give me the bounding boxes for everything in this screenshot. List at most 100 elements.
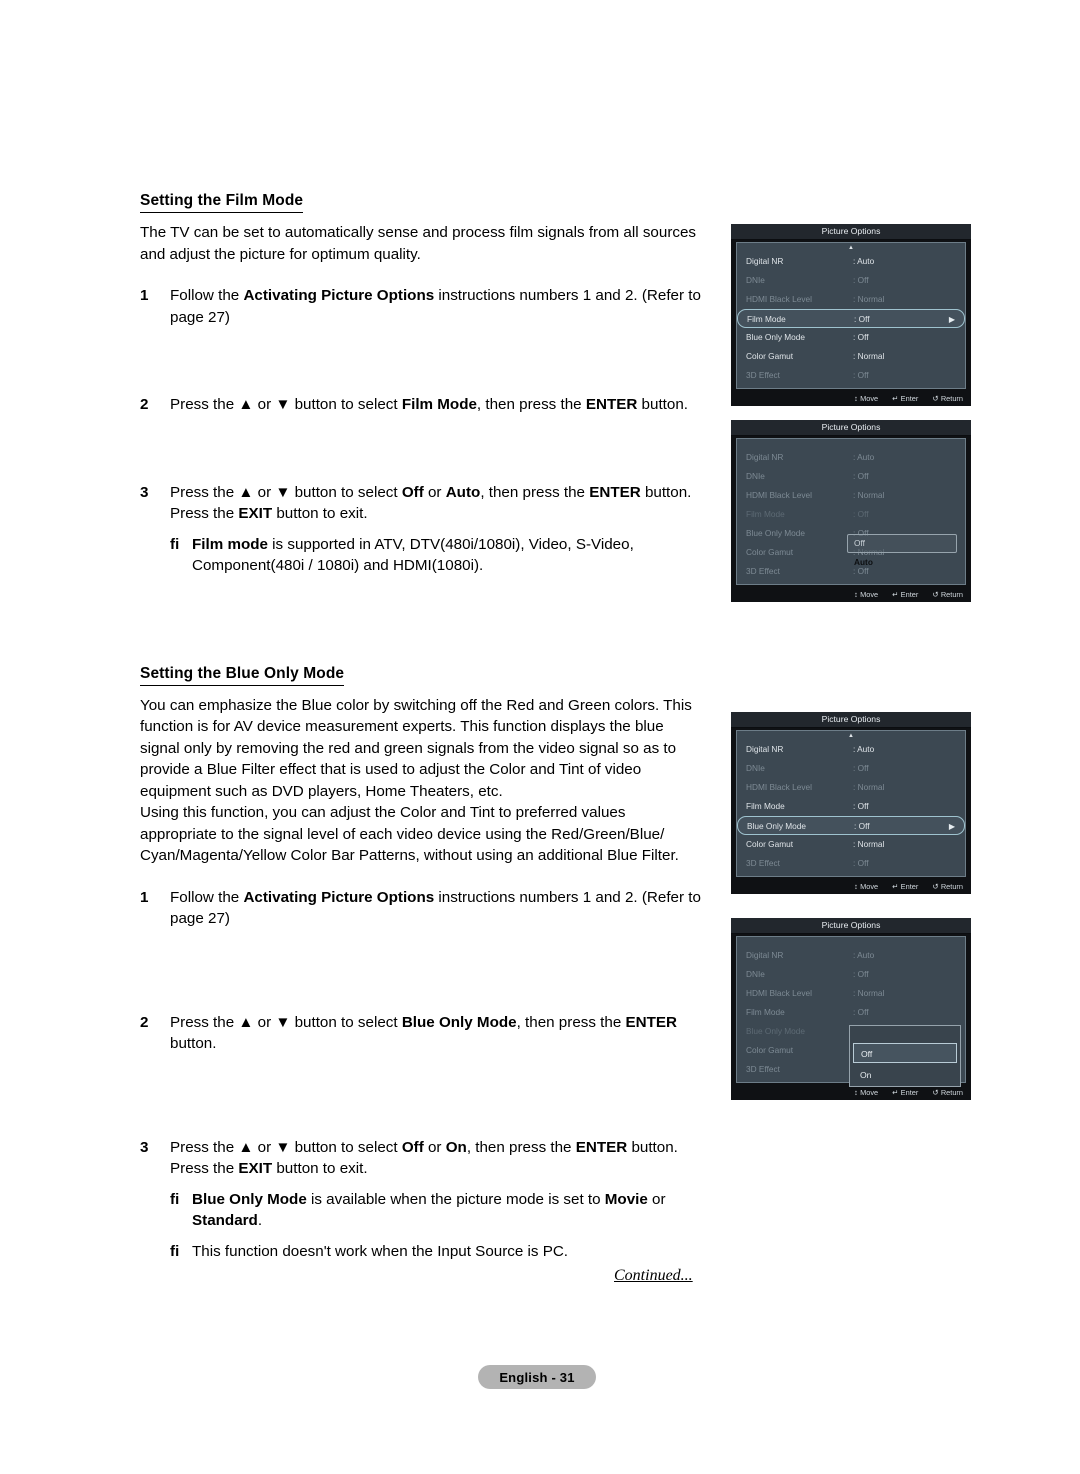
osd-row-value: : Auto (853, 744, 875, 754)
dropdown-option[interactable]: Off (854, 538, 865, 548)
osd-row-label: Color Gamut (746, 839, 794, 849)
hint-move: ↕ Move (854, 394, 879, 403)
section-intro-film-mode: The TV can be set to automatically sense… (140, 224, 697, 263)
osd-title: Picture Options (731, 420, 971, 436)
dropdown-panel[interactable]: Off On (849, 1025, 961, 1087)
emphasis-text: On (445, 1138, 467, 1156)
osd-body: ▲ Digital NR: Auto DNIe: Off HDMI Black Lev… (736, 438, 966, 585)
hint-return-icon: ↺ (932, 394, 941, 403)
osd-row-digital-nr[interactable]: Digital NR: Auto (737, 740, 965, 759)
hint-enter: ↵ Enter (892, 590, 919, 599)
emphasis-text: ENTER (585, 396, 638, 413)
osd-row-label: Blue Only Mode (747, 821, 807, 831)
osd-row-label: HDMI Black Level (746, 490, 812, 500)
osd-row-value: : Off (853, 370, 869, 380)
osd-row-value: : Normal (853, 294, 885, 304)
osd-row-label: 3D Effect (746, 370, 780, 380)
osd-row-digital-nr[interactable]: Digital NR: Auto (737, 946, 965, 965)
plain-text: Press the ▲ or ▼ button to select (170, 483, 402, 501)
plain-text: or (647, 1190, 666, 1208)
osd-row-hdmi-black-level[interactable]: HDMI Black Level : Normal (737, 778, 965, 797)
osd-row-label: HDMI Black Level (746, 782, 812, 792)
plain-text: or (423, 483, 446, 501)
emphasis-text: Off (401, 1138, 424, 1156)
scroll-up-arrow-icon[interactable]: ▲ (737, 733, 965, 740)
osd-footer-hints: ↕ Move ↵ Enter ↺ Return (731, 391, 971, 406)
scroll-up-arrow-icon[interactable]: ▲ (737, 939, 965, 946)
osd-row-label: Film Mode (746, 801, 785, 811)
section-title-blue-only-mode: Setting the Blue Only Mode (140, 665, 345, 686)
chevron-right-icon[interactable]: ▶ (949, 817, 955, 836)
osd-row-3d-effect[interactable]: 3D Effect : Off (737, 854, 965, 873)
osd-row-film-mode[interactable]: Film Mode: Off ▶ (737, 309, 965, 328)
osd-row-color-gamut[interactable]: Color Gamut: Normal (737, 835, 965, 854)
osd-footer-hints: ↕ Move ↵ Enter ↺ Return (731, 879, 971, 894)
step-text: Follow the Activating Picture Options in… (170, 285, 705, 328)
osd-row-digital-nr[interactable]: Digital NR: Auto (737, 448, 965, 467)
osd-row-label: Blue Only Mode (746, 1026, 806, 1036)
osd-row-label: 3D Effect (746, 858, 780, 868)
hint-move-icon: ↕ (854, 882, 861, 891)
osd-row-value: : Off (853, 509, 869, 519)
layout-spacer (140, 328, 705, 374)
scroll-up-arrow-icon[interactable]: ▲ (737, 245, 965, 252)
osd-row-dnie[interactable]: DNIe: Off (737, 759, 965, 778)
osd-title: Picture Options (731, 224, 971, 240)
osd-footer-hints: ↕ Move ↵ Enter ↺ Return (731, 587, 971, 602)
scroll-up-arrow-icon[interactable]: ▲ (737, 441, 965, 448)
dropdown-option-off[interactable]: Off (853, 1043, 957, 1063)
osd-menu-film-mode-selected[interactable]: Picture Options ▲ Digital NR: Auto DNIe: Of… (731, 224, 971, 406)
dropdown-option[interactable]: Auto (854, 557, 873, 567)
osd-row-value: : Normal (853, 988, 885, 998)
hint-enter: ↵ Enter (892, 394, 919, 403)
osd-row-film-mode[interactable]: Film Mode : Off (737, 505, 965, 524)
osd-row-dnie[interactable]: DNIe: Off (737, 965, 965, 984)
osd-row-label: Film Mode (746, 1007, 785, 1017)
hint-enter-icon: ↵ (892, 394, 901, 403)
osd-menu-blue-only-selected[interactable]: Picture Options ▲ Digital NR: Auto DNIe: Of… (731, 712, 971, 894)
emphasis-text: ENTER (575, 1138, 628, 1156)
step-item: 3 Press the ▲ or ▼ button to select Off … (140, 1137, 705, 1180)
osd-row-label: Color Gamut (746, 351, 794, 361)
section-intro-blue-only-mode: You can emphasize the Blue color by swit… (140, 696, 692, 800)
chevron-right-icon[interactable]: ▶ (949, 310, 955, 329)
osd-row-dnie[interactable]: DNIe: Off (737, 271, 965, 290)
osd-row-value: : Normal (853, 782, 885, 792)
plain-text: , then press the (480, 483, 590, 501)
osd-menu-film-mode-dropdown[interactable]: Picture Options ▲ Digital NR: Auto DNIe: Of… (731, 420, 971, 602)
osd-row-hdmi-black-level[interactable]: HDMI Black Level : Normal (737, 290, 965, 309)
osd-row-label: HDMI Black Level (746, 294, 812, 304)
osd-row-label: 3D Effect (746, 566, 780, 576)
osd-row-blue-only-mode[interactable]: Blue Only Mode: Off ▶ (737, 816, 965, 835)
osd-row-value: : Off (853, 858, 869, 868)
osd-row-value: : Off (853, 801, 869, 811)
osd-row-label: Blue Only Mode (746, 332, 806, 342)
osd-row-label: Film Mode (746, 509, 785, 519)
note-text: This function doesn't work when the Inpu… (192, 1241, 705, 1263)
step-item: 2 Press the ▲ or ▼ button to select Film… (140, 394, 705, 416)
step-text: Press the ▲ or ▼ button to select Off or… (170, 1137, 705, 1180)
osd-row-3d-effect[interactable]: 3D Effect: Off (737, 562, 965, 581)
osd-row-label: DNIe (746, 471, 765, 481)
hint-enter: ↵ Enter (892, 882, 919, 891)
page-number-badge: English - 31 (478, 1365, 596, 1389)
osd-row-digital-nr[interactable]: Digital NR: Auto (737, 252, 965, 271)
section-title-film-mode: Setting the Film Mode (140, 192, 304, 213)
osd-row-hdmi-black-level[interactable]: HDMI Black Level: Normal (737, 984, 965, 1003)
note-text: Blue Only Mode is available when the pic… (192, 1189, 705, 1232)
osd-row-3d-effect[interactable]: 3D Effect : Off (737, 366, 965, 385)
hint-move: ↕ Move (854, 590, 879, 599)
osd-row-label: DNIe (746, 969, 765, 979)
osd-row-blue-only-mode[interactable]: Blue Only Mode: Off (737, 328, 965, 347)
dropdown-option-on[interactable]: On (853, 1065, 957, 1085)
hint-enter-icon: ↵ (892, 882, 901, 891)
emphasis-text: Blue Only Mode (192, 1190, 307, 1208)
osd-row-hdmi-black-level[interactable]: HDMI Black Level: Normal (737, 486, 965, 505)
osd-row-dnie[interactable]: DNIe: Off (737, 467, 965, 486)
osd-row-color-gamut[interactable]: Color Gamut: Normal (737, 347, 965, 366)
osd-menu-blue-only-dropdown[interactable]: Picture Options ▲ Digital NR: Auto DNIe: Of… (731, 918, 971, 1100)
osd-row-film-mode[interactable]: Film Mode: Off (737, 1003, 965, 1022)
emphasis-text: Off (401, 483, 424, 501)
step-item: 1 Follow the Activating Picture Options … (140, 285, 705, 328)
osd-row-film-mode[interactable]: Film Mode : Off (737, 797, 965, 816)
